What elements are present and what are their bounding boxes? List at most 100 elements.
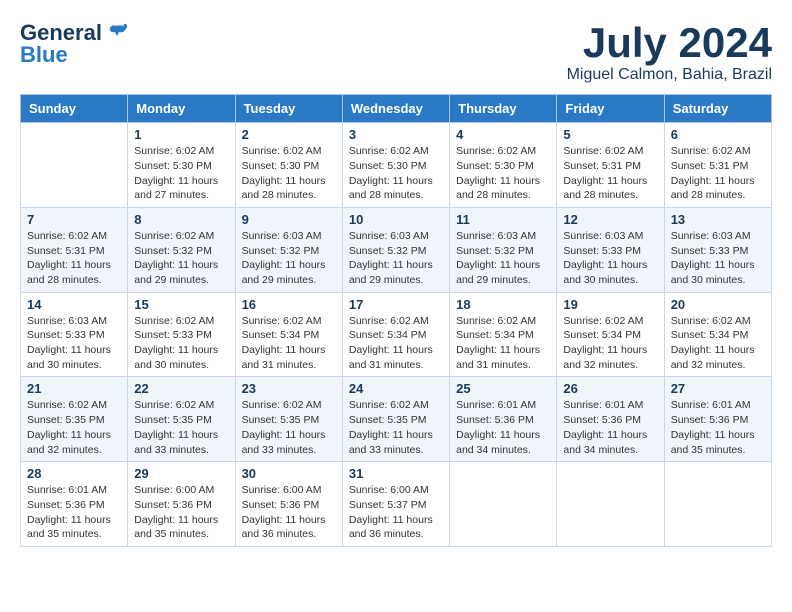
day-info: Sunrise: 6:01 AM Sunset: 5:36 PM Dayligh… — [563, 398, 657, 457]
day-number: 26 — [563, 381, 657, 396]
calendar-cell: 27 Sunrise: 6:01 AM Sunset: 5:36 PM Dayli… — [664, 377, 771, 462]
day-number: 4 — [456, 127, 550, 142]
day-number: 15 — [134, 297, 228, 312]
calendar-cell: 14 Sunrise: 6:03 AM Sunset: 5:33 PM Dayli… — [21, 292, 128, 377]
logo-bird-icon — [106, 22, 128, 44]
day-info: Sunrise: 6:01 AM Sunset: 5:36 PM Dayligh… — [27, 483, 121, 542]
calendar-cell: 25 Sunrise: 6:01 AM Sunset: 5:36 PM Dayli… — [450, 377, 557, 462]
day-info: Sunrise: 6:01 AM Sunset: 5:36 PM Dayligh… — [456, 398, 550, 457]
calendar-cell: 6 Sunrise: 6:02 AM Sunset: 5:31 PM Daylig… — [664, 123, 771, 208]
calendar-cell: 31Sunrise: 6:00 AM Sunset: 5:37 PM Dayli… — [342, 462, 449, 547]
calendar-cell: 8 Sunrise: 6:02 AM Sunset: 5:32 PM Daylig… — [128, 207, 235, 292]
day-info: Sunrise: 6:02 AM Sunset: 5:35 PM Dayligh… — [27, 398, 121, 457]
calendar-week-5: 28 Sunrise: 6:01 AM Sunset: 5:36 PM Dayli… — [21, 462, 772, 547]
day-number: 3 — [349, 127, 443, 142]
calendar-header-row: SundayMondayTuesdayWednesdayThursdayFrid… — [21, 95, 772, 123]
calendar-cell — [21, 123, 128, 208]
calendar-cell: 21Sunrise: 6:02 AM Sunset: 5:35 PM Dayli… — [21, 377, 128, 462]
calendar-cell: 22 Sunrise: 6:02 AM Sunset: 5:35 PM Dayli… — [128, 377, 235, 462]
day-number: 5 — [563, 127, 657, 142]
day-info: Sunrise: 6:02 AM Sunset: 5:31 PM Dayligh… — [563, 144, 657, 203]
day-number: 22 — [134, 381, 228, 396]
logo-blue: Blue — [20, 42, 68, 68]
calendar-cell: 16 Sunrise: 6:02 AM Sunset: 5:34 PM Dayli… — [235, 292, 342, 377]
calendar-cell: 28 Sunrise: 6:01 AM Sunset: 5:36 PM Dayli… — [21, 462, 128, 547]
day-number: 7 — [27, 212, 121, 227]
calendar-cell: 1Sunrise: 6:02 AM Sunset: 5:30 PM Daylig… — [128, 123, 235, 208]
day-info: Sunrise: 6:00 AM Sunset: 5:36 PM Dayligh… — [134, 483, 228, 542]
calendar-cell: 24 Sunrise: 6:02 AM Sunset: 5:35 PM Dayli… — [342, 377, 449, 462]
calendar-header-saturday: Saturday — [664, 95, 771, 123]
day-info: Sunrise: 6:02 AM Sunset: 5:31 PM Dayligh… — [671, 144, 765, 203]
calendar-week-2: 7 Sunrise: 6:02 AM Sunset: 5:31 PM Daylig… — [21, 207, 772, 292]
day-number: 8 — [134, 212, 228, 227]
day-info: Sunrise: 6:02 AM Sunset: 5:35 PM Dayligh… — [349, 398, 443, 457]
day-info: Sunrise: 6:00 AM Sunset: 5:36 PM Dayligh… — [242, 483, 336, 542]
day-number: 19 — [563, 297, 657, 312]
calendar-week-4: 21Sunrise: 6:02 AM Sunset: 5:35 PM Dayli… — [21, 377, 772, 462]
day-info: Sunrise: 6:02 AM Sunset: 5:35 PM Dayligh… — [242, 398, 336, 457]
day-info: Sunrise: 6:03 AM Sunset: 5:32 PM Dayligh… — [456, 229, 550, 288]
day-info: Sunrise: 6:02 AM Sunset: 5:31 PM Dayligh… — [27, 229, 121, 288]
day-info: Sunrise: 6:01 AM Sunset: 5:36 PM Dayligh… — [671, 398, 765, 457]
day-info: Sunrise: 6:02 AM Sunset: 5:32 PM Dayligh… — [134, 229, 228, 288]
calendar-header-thursday: Thursday — [450, 95, 557, 123]
logo: General Blue — [20, 20, 128, 68]
day-info: Sunrise: 6:03 AM Sunset: 5:32 PM Dayligh… — [242, 229, 336, 288]
day-number: 13 — [671, 212, 765, 227]
calendar-cell: 10 Sunrise: 6:03 AM Sunset: 5:32 PM Dayli… — [342, 207, 449, 292]
day-info: Sunrise: 6:02 AM Sunset: 5:34 PM Dayligh… — [563, 314, 657, 373]
day-info: Sunrise: 6:02 AM Sunset: 5:30 PM Dayligh… — [349, 144, 443, 203]
day-number: 16 — [242, 297, 336, 312]
calendar-cell — [557, 462, 664, 547]
day-number: 12 — [563, 212, 657, 227]
calendar-cell: 19 Sunrise: 6:02 AM Sunset: 5:34 PM Dayli… — [557, 292, 664, 377]
day-number: 27 — [671, 381, 765, 396]
day-info: Sunrise: 6:03 AM Sunset: 5:33 PM Dayligh… — [563, 229, 657, 288]
calendar-cell: 11 Sunrise: 6:03 AM Sunset: 5:32 PM Dayli… — [450, 207, 557, 292]
calendar-cell — [450, 462, 557, 547]
day-number: 28 — [27, 466, 121, 481]
day-number: 14 — [27, 297, 121, 312]
day-number: 24 — [349, 381, 443, 396]
calendar-cell: 15Sunrise: 6:02 AM Sunset: 5:33 PM Dayli… — [128, 292, 235, 377]
calendar-week-3: 14 Sunrise: 6:03 AM Sunset: 5:33 PM Dayli… — [21, 292, 772, 377]
day-number: 25 — [456, 381, 550, 396]
day-number: 31 — [349, 466, 443, 481]
calendar-cell: 17 Sunrise: 6:02 AM Sunset: 5:34 PM Dayli… — [342, 292, 449, 377]
calendar-table: SundayMondayTuesdayWednesdayThursdayFrid… — [20, 94, 772, 547]
day-info: Sunrise: 6:03 AM Sunset: 5:32 PM Dayligh… — [349, 229, 443, 288]
calendar-cell: 20Sunrise: 6:02 AM Sunset: 5:34 PM Dayli… — [664, 292, 771, 377]
calendar-header-wednesday: Wednesday — [342, 95, 449, 123]
calendar-cell: 3 Sunrise: 6:02 AM Sunset: 5:30 PM Daylig… — [342, 123, 449, 208]
calendar-cell: 30Sunrise: 6:00 AM Sunset: 5:36 PM Dayli… — [235, 462, 342, 547]
day-number: 18 — [456, 297, 550, 312]
day-info: Sunrise: 6:02 AM Sunset: 5:34 PM Dayligh… — [456, 314, 550, 373]
day-info: Sunrise: 6:03 AM Sunset: 5:33 PM Dayligh… — [27, 314, 121, 373]
calendar-cell: 2Sunrise: 6:02 AM Sunset: 5:30 PM Daylig… — [235, 123, 342, 208]
calendar-cell: 29 Sunrise: 6:00 AM Sunset: 5:36 PM Dayli… — [128, 462, 235, 547]
day-info: Sunrise: 6:02 AM Sunset: 5:30 PM Dayligh… — [456, 144, 550, 203]
calendar-cell: 23 Sunrise: 6:02 AM Sunset: 5:35 PM Dayli… — [235, 377, 342, 462]
day-info: Sunrise: 6:02 AM Sunset: 5:35 PM Dayligh… — [134, 398, 228, 457]
day-info: Sunrise: 6:02 AM Sunset: 5:34 PM Dayligh… — [242, 314, 336, 373]
day-number: 17 — [349, 297, 443, 312]
title-block: July 2024 Miguel Calmon, Bahia, Brazil — [567, 20, 772, 84]
calendar-header-sunday: Sunday — [21, 95, 128, 123]
calendar-week-1: 1 Sunrise: 6:02 AM Sunset: 5:30 PM Daylig… — [21, 123, 772, 208]
calendar-cell: 18 Sunrise: 6:02 AM Sunset: 5:34 PM Dayli… — [450, 292, 557, 377]
day-info: Sunrise: 6:03 AM Sunset: 5:33 PM Dayligh… — [671, 229, 765, 288]
day-number: 29 — [134, 466, 228, 481]
calendar-cell: 26 Sunrise: 6:01 AM Sunset: 5:36 PM Dayli… — [557, 377, 664, 462]
month-title: July 2024 — [567, 20, 772, 66]
day-info: Sunrise: 6:02 AM Sunset: 5:34 PM Dayligh… — [671, 314, 765, 373]
day-number: 1 — [134, 127, 228, 142]
day-number: 11 — [456, 212, 550, 227]
day-info: Sunrise: 6:02 AM Sunset: 5:34 PM Dayligh… — [349, 314, 443, 373]
calendar-cell: 12 Sunrise: 6:03 AM Sunset: 5:33 PM Dayli… — [557, 207, 664, 292]
calendar-cell — [664, 462, 771, 547]
day-number: 6 — [671, 127, 765, 142]
day-number: 23 — [242, 381, 336, 396]
day-number: 10 — [349, 212, 443, 227]
day-number: 9 — [242, 212, 336, 227]
